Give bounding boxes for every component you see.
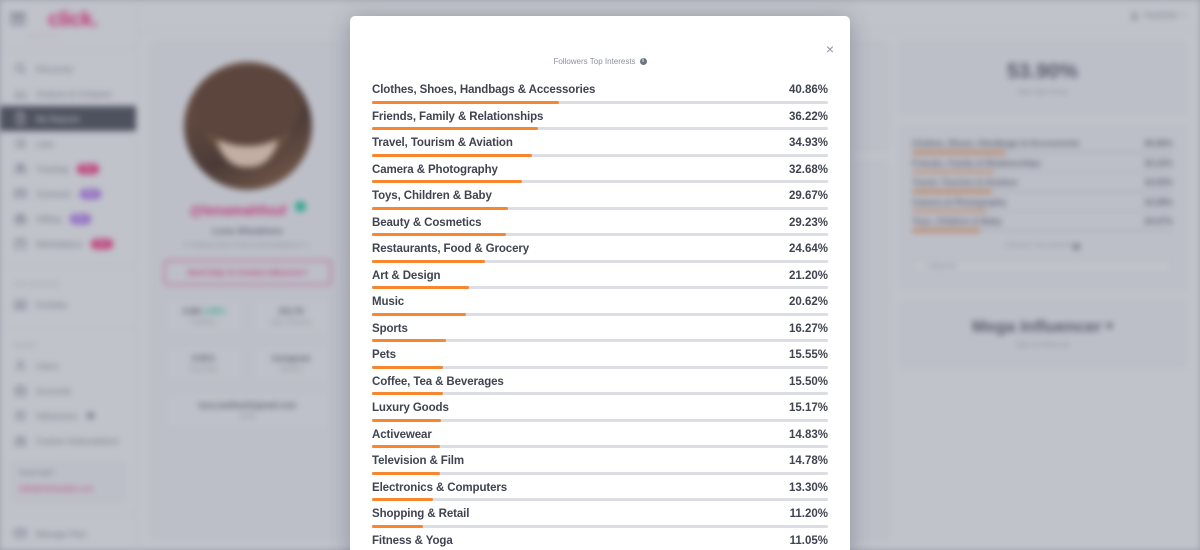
interest-bar-fill <box>372 418 442 422</box>
interest-row: Art & Design 21.20% <box>372 263 828 289</box>
interest-label: Luxury Goods <box>372 402 449 414</box>
interest-label: Electronics & Computers <box>372 481 508 494</box>
interest-bar-fill <box>372 392 443 395</box>
interest-label: Art & Design <box>372 269 441 282</box>
interest-value: 11.20% <box>789 508 828 520</box>
interest-row: Clothes, Shoes, Handbags & Accessories 4… <box>372 77 828 104</box>
interest-row: Camera & Photography 32.68% <box>372 157 828 183</box>
interest-bar-fill <box>372 498 433 501</box>
interest-row: Electronics & Computers 13.30% <box>372 475 828 501</box>
interest-label: Friends, Family & Relationships <box>372 110 544 123</box>
interest-label: Coffee, Tea & Beverages <box>372 375 504 388</box>
interest-label: Camera & Photography <box>372 163 498 176</box>
interest-bar-track <box>372 100 828 104</box>
app-root: click. analytic Discovery Analyze & Comp… <box>0 0 1200 550</box>
interest-bar-track <box>372 418 828 422</box>
interest-bar-fill <box>372 312 467 316</box>
interest-row: Music 20.62% <box>372 289 828 316</box>
close-icon[interactable]: × <box>826 42 834 56</box>
interests-list: Clothes, Shoes, Handbags & Accessories 4… <box>350 66 850 550</box>
interest-row: Toys, Children & Baby 29.67% <box>372 183 828 210</box>
interest-value: 36.22% <box>788 110 828 123</box>
interest-bar-fill <box>372 206 508 210</box>
interest-bar-fill <box>372 127 538 130</box>
interest-value: 14.83% <box>788 428 828 441</box>
interest-label: Restaurants, Food & Grocery <box>372 243 530 255</box>
interest-bar-track <box>372 445 828 448</box>
interest-bar-track <box>372 259 828 263</box>
interest-bar-track <box>372 365 828 369</box>
interest-label: Pets <box>372 349 396 361</box>
interest-bar-track <box>372 286 828 289</box>
interest-bar-fill <box>372 233 506 236</box>
interest-bar-track <box>372 153 828 157</box>
interest-row: Activewear 14.83% <box>372 422 828 448</box>
interest-row: Fitness & Yoga 11.05% <box>372 528 828 550</box>
interest-bar-fill <box>372 471 440 475</box>
interest-bar-track <box>372 180 828 183</box>
interest-label: Shopping & Retail <box>372 508 470 520</box>
interest-value: 32.68% <box>788 163 828 176</box>
interest-bar-track <box>372 524 828 528</box>
interest-bar-track <box>372 498 828 501</box>
interest-value: 15.17% <box>788 402 828 414</box>
interest-value: 13.30% <box>788 481 828 494</box>
interest-value: 11.05% <box>789 534 828 547</box>
interest-row: Shopping & Retail 11.20% <box>372 501 828 528</box>
interest-label: Clothes, Shoes, Handbags & Accessories <box>372 84 596 96</box>
interest-row: Beauty & Cosmetics 29.23% <box>372 210 828 236</box>
interest-value: 29.23% <box>788 216 828 229</box>
interest-value: 40.86% <box>788 84 828 96</box>
interest-label: Beauty & Cosmetics <box>372 216 482 229</box>
interest-row: Television & Film 14.78% <box>372 448 828 475</box>
interest-bar-track <box>372 206 828 210</box>
interest-bar-track <box>372 312 828 316</box>
interest-value: 16.27% <box>788 322 828 335</box>
info-icon[interactable]: i <box>639 58 647 65</box>
interest-label: Fitness & Yoga <box>372 534 453 547</box>
interest-bar-fill <box>372 339 447 342</box>
interest-value: 14.78% <box>788 455 828 467</box>
interest-bar-fill <box>372 524 424 528</box>
interest-value: 21.20% <box>788 269 828 282</box>
interest-bar-fill <box>372 286 469 289</box>
interest-value: 29.67% <box>788 190 828 202</box>
interest-value: 34.93% <box>788 137 828 149</box>
interest-bar-fill <box>372 180 522 183</box>
interest-label: Activewear <box>372 428 432 441</box>
interest-bar-fill <box>372 100 559 104</box>
interest-bar-track <box>372 127 828 130</box>
interest-row: Sports 16.27% <box>372 316 828 342</box>
interest-row: Travel, Tourism & Aviation 34.93% <box>372 130 828 157</box>
interest-value: 20.62% <box>788 296 828 308</box>
interest-value: 24.64% <box>788 243 828 255</box>
interest-row: Friends, Family & Relationships 36.22% <box>372 104 828 130</box>
interest-row: Coffee, Tea & Beverages 15.50% <box>372 369 828 395</box>
interest-bar-fill <box>372 153 532 157</box>
interest-bar-fill <box>372 365 444 369</box>
interest-label: Travel, Tourism & Aviation <box>372 137 513 149</box>
modal-title: Followers Top Interests i <box>350 16 850 66</box>
interest-value: 15.55% <box>788 349 828 361</box>
interest-label: Television & Film <box>372 455 465 467</box>
interest-row: Luxury Goods 15.17% <box>372 395 828 422</box>
interest-value: 15.50% <box>788 375 828 388</box>
interest-label: Toys, Children & Baby <box>372 190 492 202</box>
modal-title-text: Followers Top Interests <box>553 57 636 66</box>
interest-bar-fill <box>372 445 440 448</box>
followers-top-interests-modal: × Followers Top Interests i Clothes, Sho… <box>350 16 850 550</box>
interest-bar-track <box>372 392 828 395</box>
interest-bar-track <box>372 471 828 475</box>
interest-bar-track <box>372 233 828 236</box>
interest-label: Sports <box>372 322 408 335</box>
interest-bar-fill <box>372 259 485 263</box>
interest-label: Music <box>372 296 405 308</box>
interest-bar-track <box>372 339 828 342</box>
interest-row: Pets 15.55% <box>372 342 828 369</box>
interest-row: Restaurants, Food & Grocery 24.64% <box>372 236 828 263</box>
